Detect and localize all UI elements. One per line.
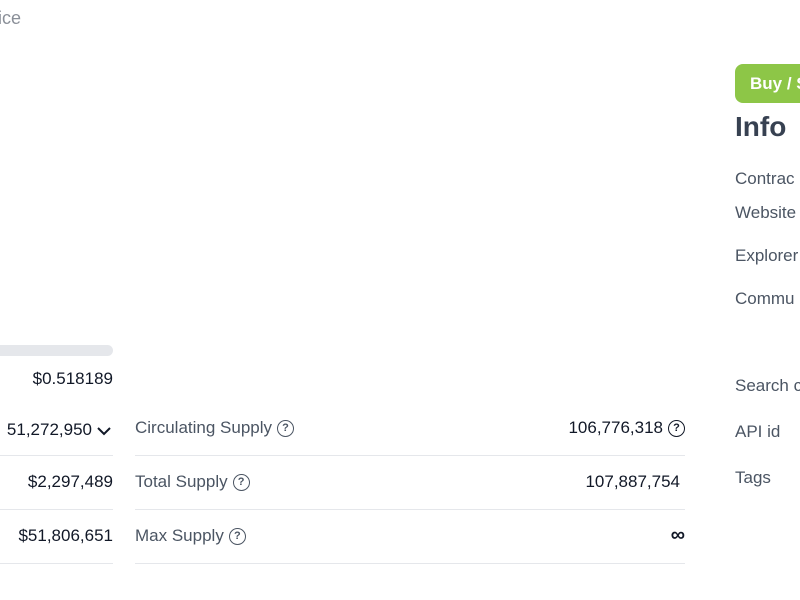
explorer-label: Explorer (735, 246, 799, 265)
api-id-label: API id (735, 422, 781, 441)
value-text: 107,887,754 (585, 472, 680, 491)
fdv-value: $51,806,651 (18, 526, 113, 545)
label-text: Circulating Supply (135, 418, 273, 437)
buy-sell-button[interactable]: Buy / S (735, 64, 800, 103)
circulating-supply-label: Circulating Supply? (135, 418, 295, 438)
divider (135, 509, 685, 510)
total-supply-label: Total Supply? (135, 472, 250, 492)
question-circle-icon[interactable]: ? (232, 473, 250, 491)
info-heading: Info (735, 111, 787, 142)
label-text: Max Supply (135, 526, 224, 545)
chevron-down-icon[interactable] (96, 424, 112, 438)
contract-label: Contrac (735, 169, 795, 188)
circulating-supply-value: 106,776,318? (568, 418, 685, 438)
divider (0, 509, 113, 510)
page-title: ice (0, 8, 22, 28)
total-supply-value: 107,887,754 (585, 472, 680, 492)
divider (135, 563, 685, 564)
value-text: 106,776,318 (568, 418, 663, 437)
divider (0, 455, 113, 456)
volume-value: $2,297,489 (27, 472, 113, 491)
divider (0, 563, 113, 564)
divider (135, 455, 685, 456)
value-text: ∞ (670, 524, 685, 546)
search-label: Search c (735, 376, 800, 395)
question-circle-icon[interactable]: ? (277, 419, 295, 437)
market-cap-value: 51,272,950 (6, 420, 92, 439)
label-text: Total Supply (135, 472, 228, 491)
max-supply-value: ∞ (671, 524, 685, 547)
question-circle-icon[interactable]: ? (228, 527, 246, 545)
max-supply-label: Max Supply? (135, 526, 246, 546)
tags-label: Tags (735, 468, 771, 487)
community-label: Commu (735, 289, 795, 308)
price-range-bar (0, 345, 113, 356)
website-label: Website (735, 203, 797, 222)
question-circle-icon[interactable]: ? (668, 419, 685, 437)
price-value: $0.518189 (32, 369, 113, 388)
